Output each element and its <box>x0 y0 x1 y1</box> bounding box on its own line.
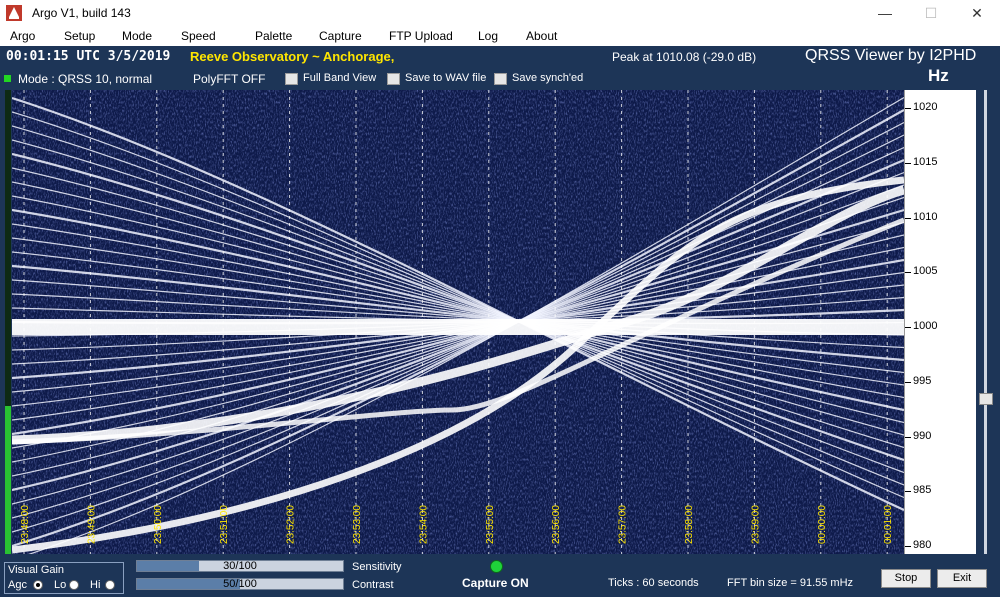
frequency-scrollbar[interactable] <box>977 90 995 554</box>
frequency-tick-label: 1010 <box>913 210 938 223</box>
station-name: Reeve Observatory ~ Anchorage, <box>190 49 395 64</box>
frequency-tick <box>905 381 911 383</box>
frequency-tick-label: 985 <box>913 484 932 497</box>
steady-carrier <box>12 319 904 335</box>
menu-setup[interactable]: Setup <box>64 29 95 43</box>
exit-button[interactable]: Exit <box>937 569 987 588</box>
frequency-tick <box>905 327 911 328</box>
menu-mode[interactable]: Mode <box>122 29 152 43</box>
frequency-tick-label: 1015 <box>913 155 938 168</box>
frequency-tick <box>905 108 911 109</box>
time-tick-label: 23:59:00 <box>750 505 761 544</box>
frequency-tick <box>905 546 911 547</box>
frequency-tick-label: 1000 <box>913 320 938 332</box>
menu-palette[interactable]: Palette <box>255 29 292 43</box>
time-tick-label: 23:57:00 <box>618 505 629 544</box>
menu-speed[interactable]: Speed <box>181 29 216 43</box>
menu-log[interactable]: Log <box>478 29 498 43</box>
time-tick-label: 23:50:00 <box>153 505 164 544</box>
frequency-tick-label: 1005 <box>913 265 938 278</box>
window-title: Argo V1, build 143 <box>32 6 131 20</box>
utc-clock: 00:01:15 UTC 3/5/2019 <box>6 49 171 64</box>
frequency-tick <box>905 217 911 219</box>
lo-radio[interactable] <box>69 580 79 590</box>
maximize-button[interactable]: ☐ <box>908 0 954 26</box>
save-synched-checkbox[interactable] <box>494 73 507 85</box>
frequency-tick-label: 980 <box>913 539 932 551</box>
frequency-tick <box>905 162 911 164</box>
sensitivity-label: Sensitivity <box>352 561 402 573</box>
ticks-info: Ticks : 60 seconds <box>608 577 699 589</box>
title-bar: Argo V1, build 143 — ☐ ✕ <box>0 0 1000 26</box>
sensitivity-value: 30/100 <box>223 560 257 572</box>
capture-status: Capture ON <box>462 576 529 590</box>
waterfall-svg: 23:48:00 23:49:00 23:50:00 23:51:00 23:52:00… <box>12 90 904 554</box>
signal-level-fill <box>5 405 11 554</box>
frequency-tick-label: 995 <box>913 374 932 387</box>
menu-bar: Argo Setup Mode Speed Palette Capture FT… <box>0 26 1000 46</box>
minimize-button[interactable]: — <box>862 0 908 26</box>
close-button[interactable]: ✕ <box>954 0 1000 26</box>
frequency-tick-label: 1020 <box>913 101 938 113</box>
menu-argo[interactable]: Argo <box>10 29 35 43</box>
time-tick-label: 00:01:00 <box>883 505 894 544</box>
agc-label: Agc <box>8 579 27 591</box>
frequency-tick-label: 990 <box>913 429 932 442</box>
time-tick-label: 23:52:00 <box>286 505 297 544</box>
contrast-label: Contrast <box>352 579 394 591</box>
info-bar: 00:01:15 UTC 3/5/2019 Reeve Observatory … <box>0 46 1000 68</box>
control-panel: Visual Gain Agc Lo Hi 30/100 Sensitivity… <box>0 556 1000 597</box>
contrast-slider[interactable]: 50/100 <box>136 578 344 590</box>
brand-label: QRSS Viewer by I2PHD <box>805 47 977 64</box>
frequency-tick <box>905 491 911 493</box>
save-synched-label: Save synch'ed <box>512 72 584 84</box>
signal-level-meter <box>5 90 11 554</box>
menu-about[interactable]: About <box>526 29 557 43</box>
status-led-icon <box>4 75 11 82</box>
time-tick-label: 23:53:00 <box>352 505 363 544</box>
time-tick-label: 23:58:00 <box>684 505 695 544</box>
time-tick-label: 00:00:00 <box>817 505 828 544</box>
options-bar: Mode : QRSS 10, normal PolyFFT OFF Full … <box>0 70 1000 88</box>
lo-label: Lo <box>54 579 67 591</box>
sensitivity-slider[interactable]: 30/100 <box>136 560 344 572</box>
save-wav-label: Save to WAV file <box>405 72 487 84</box>
mode-label: Mode : QRSS 10, normal <box>18 72 153 86</box>
peak-readout: Peak at 1010.08 (-29.0 dB) <box>612 50 757 64</box>
capture-status-icon <box>490 560 503 573</box>
full-band-view-checkbox[interactable] <box>285 73 298 85</box>
time-tick-label: 23:51:00 <box>219 505 230 544</box>
agc-radio[interactable] <box>33 580 43 590</box>
waterfall-display[interactable]: 23:48:00 23:49:00 23:50:00 23:51:00 23:52:00… <box>12 90 904 554</box>
time-tick-label: 23:48:00 <box>20 505 31 544</box>
frequency-tick <box>905 272 911 274</box>
menu-ftp-upload[interactable]: FTP Upload <box>389 29 453 43</box>
time-tick-label: 23:49:00 <box>86 505 97 544</box>
time-tick-label: 23:55:00 <box>485 505 496 544</box>
scrollbar-track <box>984 90 987 554</box>
time-tick-label: 23:56:00 <box>551 505 562 544</box>
time-tick-label: 23:54:00 <box>418 505 429 544</box>
full-band-view-label: Full Band View <box>303 72 377 84</box>
scrollbar-thumb[interactable] <box>979 393 993 405</box>
argo-app-icon <box>6 5 22 21</box>
visual-gain-group: Visual Gain Agc Lo Hi <box>4 562 124 594</box>
save-wav-checkbox[interactable] <box>387 73 400 85</box>
stop-button[interactable]: Stop <box>881 569 931 588</box>
hi-radio[interactable] <box>105 580 115 590</box>
contrast-value: 50/100 <box>223 578 257 590</box>
fft-bin-info: FFT bin size = 91.55 mHz <box>727 577 854 589</box>
visual-gain-label: Visual Gain <box>8 564 65 576</box>
polyfft-toggle[interactable]: PolyFFT OFF <box>193 72 265 86</box>
hi-label: Hi <box>90 579 101 591</box>
menu-capture[interactable]: Capture <box>319 29 362 43</box>
frequency-tick <box>905 436 911 438</box>
frequency-axis: 1020 1015 1010 1005 1000 995 990 985 980 <box>904 90 976 554</box>
